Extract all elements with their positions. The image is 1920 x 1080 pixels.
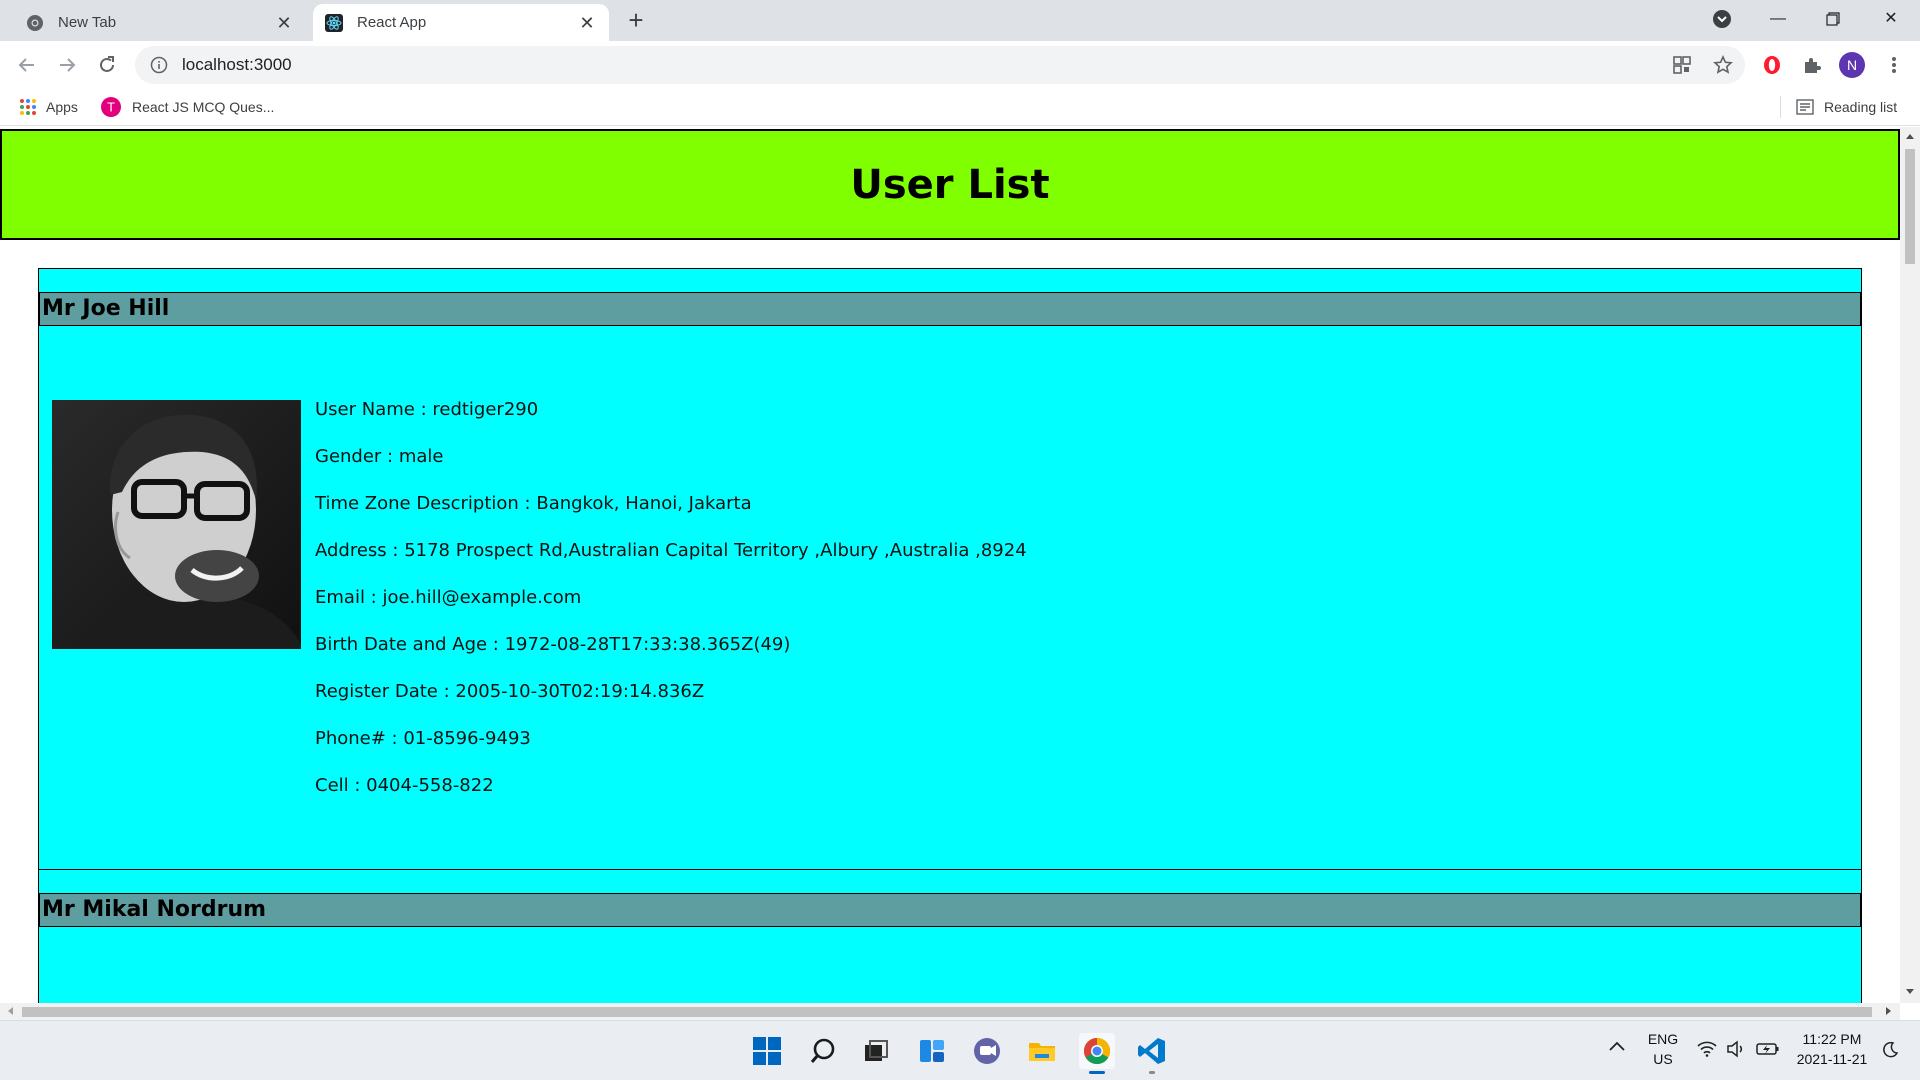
region-text: US — [1653, 1051, 1673, 1067]
reading-list-button[interactable]: Reading list — [1796, 96, 1897, 118]
user-card: Mr Mikal Nordrum — [38, 869, 1862, 1003]
vertical-scroll-thumb[interactable] — [1905, 149, 1915, 264]
scroll-down-arrow-icon[interactable] — [1906, 989, 1914, 994]
task-view-icon[interactable] — [858, 1033, 894, 1069]
horizontal-scrollbar[interactable] — [0, 1003, 1900, 1020]
address-bar[interactable]: localhost:3000 — [135, 46, 1745, 84]
show-hidden-icons-chevron-icon[interactable] — [1608, 1039, 1626, 1057]
phone-text: Phone# : 01-8596-9493 — [315, 728, 531, 749]
chrome-icon — [26, 14, 44, 32]
new-tab-icon[interactable]: + — [624, 7, 648, 33]
profile-avatar[interactable]: N — [1839, 52, 1865, 78]
clock-date: 2021-11-21 — [1796, 1051, 1868, 1067]
url-text[interactable]: localhost:3000 — [182, 55, 292, 75]
scroll-left-arrow-icon[interactable] — [8, 1007, 13, 1015]
back-icon[interactable] — [13, 51, 41, 79]
language-indicator[interactable]: ENG US — [1645, 1029, 1681, 1069]
volume-icon[interactable] — [1726, 1040, 1746, 1063]
close-window-icon[interactable]: ✕ — [1879, 6, 1903, 32]
active-app-indicator — [1089, 1071, 1105, 1074]
user-name-heading: Mr Mikal Nordrum — [39, 893, 1861, 927]
chrome-taskbar-icon[interactable] — [1079, 1033, 1115, 1074]
reading-list-label: Reading list — [1824, 99, 1898, 115]
reload-icon[interactable] — [93, 51, 121, 79]
vertical-scrollbar[interactable] — [1900, 127, 1920, 1003]
file-explorer-icon[interactable] — [1024, 1033, 1060, 1069]
tab-react-app[interactable]: React App ✕ — [313, 4, 609, 41]
page-title: User List — [850, 161, 1050, 208]
bookmark-react-mcq[interactable]: T React JS MCQ Ques... — [101, 96, 274, 118]
email-text: Email : joe.hill@example.com — [315, 587, 582, 608]
svg-text:T: T — [106, 101, 115, 115]
bookmark-label: Apps — [46, 99, 78, 115]
clock-time: 11:22 PM — [1802, 1031, 1862, 1047]
page-header: User List — [0, 129, 1900, 240]
bookmark-label: React JS MCQ Ques... — [132, 99, 275, 115]
bookmark-apps[interactable]: Apps — [19, 96, 78, 118]
vscode-icon[interactable] — [1134, 1033, 1170, 1074]
react-icon — [325, 13, 343, 32]
windows-taskbar: ENG US 11:22 PM 2021-11-21 — [0, 1020, 1920, 1080]
tab-new-tab[interactable]: New Tab ✕ — [10, 4, 306, 41]
close-tab-icon[interactable]: ✕ — [577, 13, 597, 33]
username-text: User Name : redtiger290 — [315, 399, 539, 420]
bookmarks-bar: Apps T React JS MCQ Ques... Reading list — [0, 89, 1920, 126]
language-text: ENG — [1647, 1031, 1679, 1047]
opera-extension-icon[interactable] — [1759, 52, 1785, 78]
user-details: User Name : redtiger290 Gender : male Ti… — [315, 399, 1027, 822]
user-name-heading: Mr Joe Hill — [39, 292, 1861, 326]
tab-strip: New Tab ✕ React App ✕ + — ✕ — [0, 0, 1920, 41]
address-text: Address : 5178 Prospect Rd,Australian Ca… — [315, 540, 1027, 561]
tab-search-icon[interactable] — [1710, 6, 1734, 32]
horizontal-scroll-thumb[interactable] — [22, 1007, 1872, 1017]
tab-label: New Tab — [58, 14, 117, 31]
cell-text: Cell : 0404-558-822 — [315, 775, 494, 796]
running-app-indicator — [1149, 1071, 1155, 1074]
widgets-icon[interactable] — [914, 1033, 950, 1069]
windows-start-icon[interactable] — [749, 1033, 785, 1069]
battery-charging-icon[interactable] — [1756, 1041, 1780, 1062]
user-card: Mr Joe Hill User Name: redtiger290 Gend… — [38, 268, 1862, 879]
register-text: Register Date : 2005-10-30T02:19:14.836Z — [315, 681, 705, 702]
scroll-up-arrow-icon[interactable] — [1906, 134, 1914, 139]
bookmark-star-icon[interactable] — [1710, 52, 1736, 78]
wifi-icon[interactable] — [1697, 1041, 1717, 1062]
user-photo — [52, 400, 301, 649]
forward-icon[interactable] — [53, 51, 81, 79]
bookmarks-divider — [1780, 96, 1781, 118]
info-icon[interactable] — [150, 56, 168, 74]
restore-icon[interactable] — [1821, 6, 1845, 32]
bookmark-site-icon: T — [101, 97, 121, 117]
clock[interactable]: 11:22 PM 2021-11-21 — [1790, 1029, 1874, 1069]
birth-text: Birth Date and Age : 1972-08-28T17:33:38… — [315, 634, 791, 655]
browser-toolbar: localhost:3000 N — [0, 41, 1920, 89]
close-tab-icon[interactable]: ✕ — [274, 13, 294, 33]
minimize-icon[interactable]: — — [1766, 6, 1790, 32]
teams-chat-icon[interactable] — [969, 1033, 1005, 1069]
qr-code-icon[interactable] — [1669, 52, 1695, 78]
scroll-right-arrow-icon[interactable] — [1886, 1007, 1891, 1015]
apps-grid-icon — [19, 98, 37, 116]
reading-list-icon — [1796, 99, 1814, 115]
page-viewport[interactable]: User List Mr Joe Hill User Name: redtig… — [0, 127, 1900, 1003]
more-menu-icon[interactable] — [1881, 52, 1907, 78]
focus-assist-moon-icon[interactable] — [1881, 1041, 1899, 1064]
search-icon[interactable] — [805, 1033, 841, 1069]
extensions-puzzle-icon[interactable] — [1799, 52, 1825, 78]
tab-label: React App — [357, 14, 427, 31]
profile-initial: N — [1839, 52, 1865, 78]
timezone-text: Time Zone Description : Bangkok, Hanoi, … — [315, 493, 752, 514]
gender-text: Gender : male — [315, 446, 444, 467]
